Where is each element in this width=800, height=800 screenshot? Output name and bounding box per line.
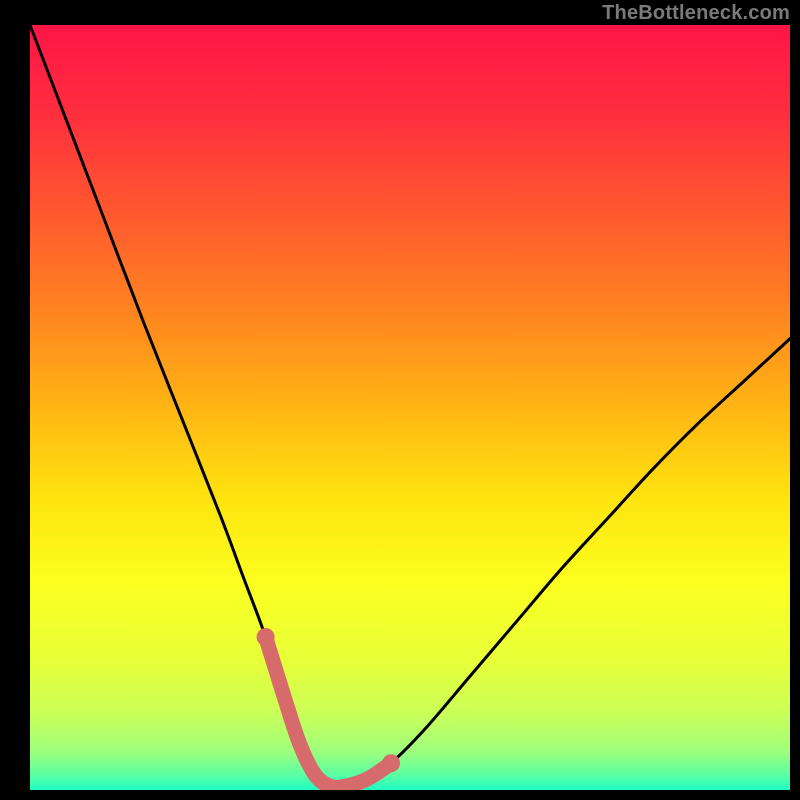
chart-stage: TheBottleneck.com [0, 0, 800, 800]
highlight-endpoint [257, 628, 275, 646]
gradient-panel [30, 25, 790, 790]
bottleneck-chart [0, 0, 800, 800]
highlight-endpoint [382, 754, 400, 772]
